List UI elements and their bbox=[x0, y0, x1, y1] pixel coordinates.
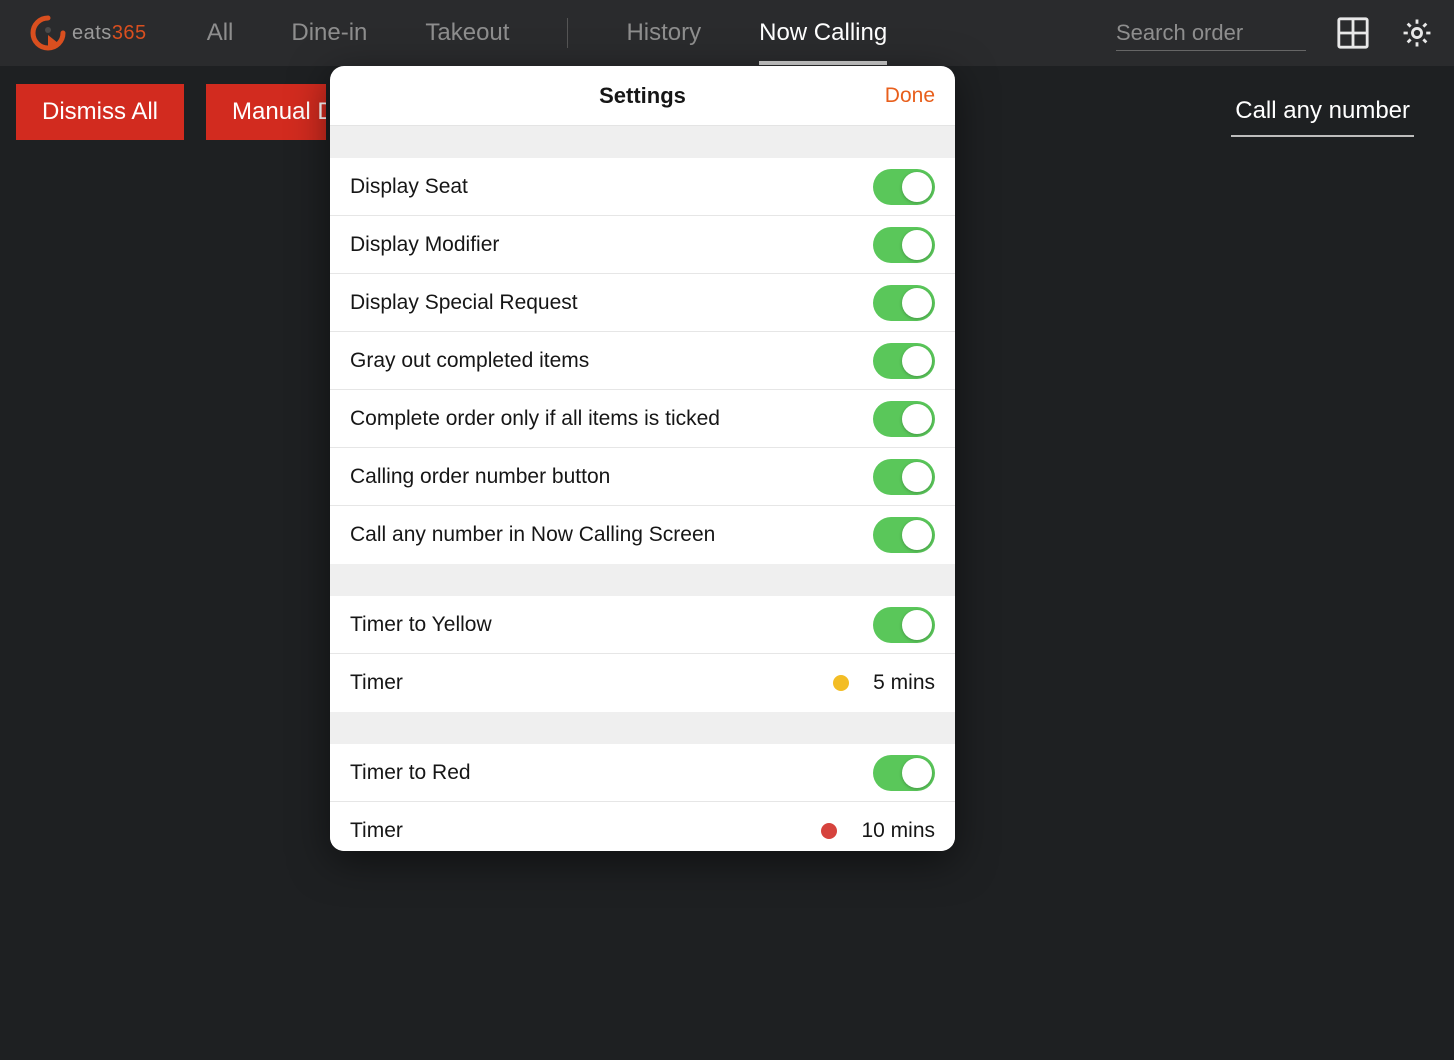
row-gray-out-completed: Gray out completed items bbox=[330, 332, 955, 390]
row-label: Gray out completed items bbox=[350, 349, 873, 373]
logo-text: eats365 bbox=[72, 22, 147, 45]
toggle-complete-if-all-ticked[interactable] bbox=[873, 401, 935, 437]
gear-icon[interactable] bbox=[1400, 16, 1434, 50]
nav-tabs: All Dine-in Takeout History Now Calling bbox=[207, 1, 888, 65]
row-value: 5 mins bbox=[873, 671, 935, 695]
tab-history[interactable]: History bbox=[626, 1, 701, 65]
row-call-any-now-calling: Call any number in Now Calling Screen bbox=[330, 506, 955, 564]
row-timer-to-red: Timer to Red bbox=[330, 744, 955, 802]
row-label: Display Seat bbox=[350, 175, 873, 199]
dot-yellow-icon bbox=[833, 675, 849, 691]
section-gap bbox=[330, 564, 955, 596]
section-gap bbox=[330, 712, 955, 744]
settings-section-timer-yellow: Timer to Yellow Timer 5 mins bbox=[330, 596, 955, 712]
settings-section-general: Display Seat Display Modifier Display Sp… bbox=[330, 158, 955, 564]
header-right bbox=[1116, 16, 1434, 51]
toggle-calling-order-number-button[interactable] bbox=[873, 459, 935, 495]
toggle-call-any-now-calling[interactable] bbox=[873, 517, 935, 553]
toggle-display-special-request[interactable] bbox=[873, 285, 935, 321]
modal-header: Settings Done bbox=[330, 66, 955, 126]
row-display-special-request: Display Special Request bbox=[330, 274, 955, 332]
row-display-seat: Display Seat bbox=[330, 158, 955, 216]
section-gap bbox=[330, 126, 955, 158]
modal-title: Settings bbox=[599, 83, 686, 109]
row-label: Display Special Request bbox=[350, 291, 873, 315]
logo-icon bbox=[30, 15, 66, 51]
row-display-modifier: Display Modifier bbox=[330, 216, 955, 274]
row-label: Call any number in Now Calling Screen bbox=[350, 523, 873, 547]
row-label: Timer to Red bbox=[350, 761, 873, 785]
row-timer-yellow-value[interactable]: Timer 5 mins bbox=[330, 654, 955, 712]
row-timer-red-value[interactable]: Timer 10 mins bbox=[330, 802, 955, 851]
tab-dine-in[interactable]: Dine-in bbox=[291, 1, 367, 65]
settings-modal: Settings Done Display Seat Display Modif… bbox=[330, 66, 955, 851]
toggle-timer-to-yellow[interactable] bbox=[873, 607, 935, 643]
done-button[interactable]: Done bbox=[885, 84, 935, 108]
toggle-gray-out-completed[interactable] bbox=[873, 343, 935, 379]
modal-body[interactable]: Display Seat Display Modifier Display Sp… bbox=[330, 126, 955, 851]
row-calling-order-number-button: Calling order number button bbox=[330, 448, 955, 506]
row-label: Complete order only if all items is tick… bbox=[350, 407, 873, 431]
app-header: eats365 All Dine-in Takeout History Now … bbox=[0, 0, 1454, 66]
tab-all[interactable]: All bbox=[207, 1, 234, 65]
row-timer-to-yellow: Timer to Yellow bbox=[330, 596, 955, 654]
row-label: Display Modifier bbox=[350, 233, 873, 257]
row-label: Calling order number button bbox=[350, 465, 873, 489]
dot-red-icon bbox=[821, 823, 837, 839]
grid-icon[interactable] bbox=[1336, 16, 1370, 50]
row-value: 10 mins bbox=[861, 819, 935, 843]
call-any-number-button[interactable]: Call any number bbox=[1231, 87, 1414, 137]
toggle-timer-to-red[interactable] bbox=[873, 755, 935, 791]
search-input[interactable] bbox=[1116, 16, 1306, 51]
toggle-display-seat[interactable] bbox=[873, 169, 935, 205]
row-label: Timer to Yellow bbox=[350, 613, 873, 637]
tab-now-calling[interactable]: Now Calling bbox=[759, 1, 887, 65]
row-label: Timer bbox=[350, 819, 821, 843]
toggle-display-modifier[interactable] bbox=[873, 227, 935, 263]
tab-takeout[interactable]: Takeout bbox=[425, 1, 509, 65]
row-label: Timer bbox=[350, 671, 833, 695]
nav-divider bbox=[567, 18, 568, 48]
settings-section-timer-red: Timer to Red Timer 10 mins bbox=[330, 744, 955, 851]
dismiss-all-button[interactable]: Dismiss All bbox=[16, 84, 184, 140]
logo: eats365 bbox=[30, 15, 147, 51]
row-complete-if-all-ticked: Complete order only if all items is tick… bbox=[330, 390, 955, 448]
manual-dismiss-button[interactable]: Manual Dismiss bbox=[206, 84, 326, 140]
